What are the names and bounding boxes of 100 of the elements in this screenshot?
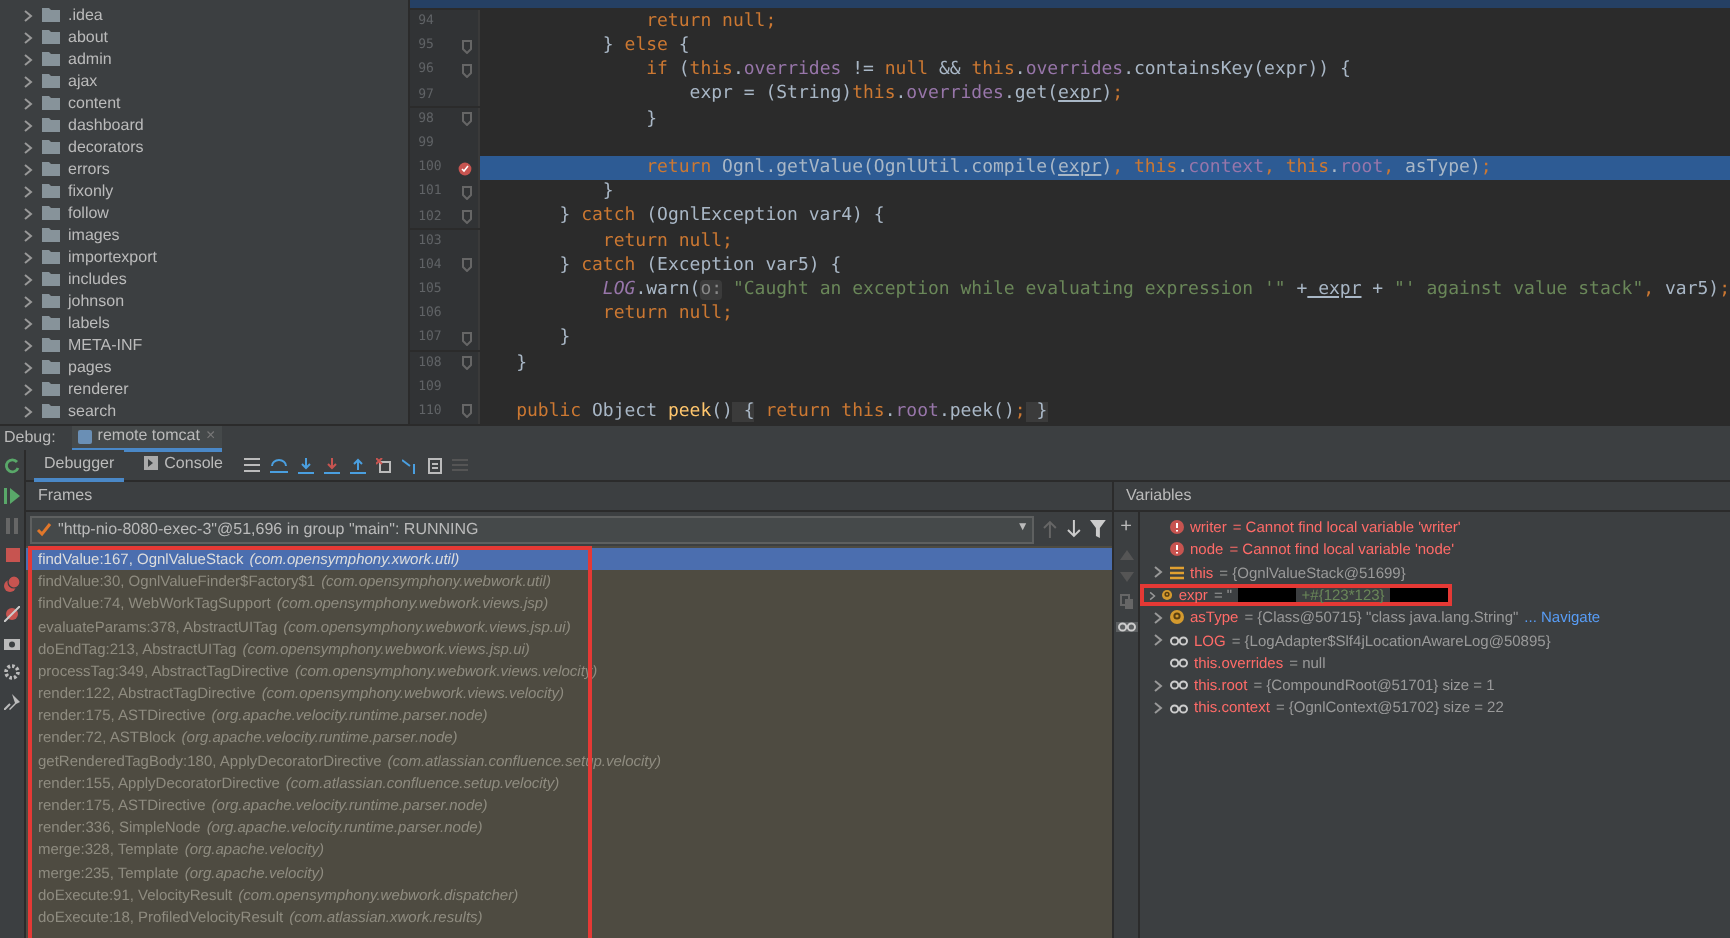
chevron-right-icon[interactable] <box>22 251 34 263</box>
fold-marker-icon[interactable] <box>462 258 473 273</box>
infinity-icon <box>1170 703 1188 714</box>
infinity-icon <box>1170 680 1188 691</box>
folder-item[interactable]: ajax <box>68 70 98 92</box>
chevron-right-icon[interactable] <box>22 273 34 285</box>
chevron-right-icon[interactable] <box>22 339 34 351</box>
chevron-right-icon[interactable] <box>22 207 34 219</box>
force-step-into-icon[interactable] <box>323 457 339 473</box>
code-line: public Object peek() { return this.root.peek(); } <box>514 399 1048 424</box>
chevron-right-icon[interactable] <box>22 295 34 307</box>
chevron-right-icon[interactable] <box>22 361 34 373</box>
run-to-cursor-icon[interactable] <box>401 457 417 473</box>
mute-breakpoints-icon[interactable] <box>4 606 20 622</box>
frames-title: Frames <box>26 482 1112 512</box>
step-out-icon[interactable] <box>349 457 365 473</box>
fold-marker-icon[interactable] <box>462 356 473 371</box>
chevron-right-icon[interactable] <box>22 405 34 417</box>
folder-item[interactable]: content <box>68 92 121 114</box>
step-into-icon[interactable] <box>297 457 313 473</box>
drop-frame-icon[interactable] <box>375 457 391 473</box>
step-over-icon[interactable] <box>269 457 287 473</box>
chevron-right-icon[interactable] <box>1152 634 1164 647</box>
folder-item[interactable]: images <box>68 224 120 246</box>
error-icon <box>1170 542 1184 557</box>
chevron-right-icon[interactable] <box>22 97 34 109</box>
folder-item[interactable]: follow <box>68 202 109 224</box>
folder-item[interactable]: renderer <box>68 378 129 400</box>
folder-item[interactable]: dashboard <box>68 114 144 136</box>
stop-icon[interactable] <box>5 548 19 562</box>
debug-tab[interactable]: Console <box>134 449 233 481</box>
console-icon <box>144 456 159 470</box>
folder-item[interactable]: fixonly <box>68 180 114 202</box>
code-line: return null; <box>600 229 733 254</box>
fold-marker-icon[interactable] <box>462 63 473 78</box>
breakpoint-icon[interactable] <box>458 161 473 176</box>
chevron-right-icon[interactable] <box>22 31 34 43</box>
chevron-right-icon[interactable] <box>22 163 34 175</box>
code-line: } else { <box>600 34 690 59</box>
folder-item[interactable]: search <box>68 400 117 422</box>
chevron-right-icon[interactable] <box>22 9 34 21</box>
code-line: } <box>600 180 614 205</box>
evaluate-icon[interactable] <box>427 457 441 473</box>
folder-item[interactable]: admin <box>68 48 112 70</box>
resume-icon[interactable] <box>4 488 20 504</box>
chevron-right-icon[interactable] <box>1148 589 1157 602</box>
code-line: return Ognl.getValue(OgnlUtil.compile(expr), this.context, this.root, asType); <box>644 156 1492 181</box>
fold-marker-icon[interactable] <box>462 39 473 54</box>
code-line: return null; <box>644 9 777 34</box>
folder-item[interactable]: includes <box>68 268 127 290</box>
folder-item[interactable]: decorators <box>68 136 144 158</box>
chevron-right-icon[interactable] <box>22 119 34 131</box>
chevron-right-icon[interactable] <box>1152 611 1164 624</box>
folder-item[interactable]: pages <box>68 356 112 378</box>
chevron-right-icon[interactable] <box>22 383 34 395</box>
code-line: if (this.overrides != null && this.overrides.containsKey(expr)) { <box>644 58 1351 83</box>
redaction-block <box>1238 588 1296 603</box>
fold-marker-icon[interactable] <box>462 209 473 224</box>
session-tab[interactable]: remote tomcat × <box>71 425 222 451</box>
chevron-right-icon[interactable] <box>22 185 34 197</box>
code-line: LOG.warn(o: "Caught an exception while evaluating expression '" + expr + "' against value stack", var5); <box>600 277 1730 302</box>
folder-item[interactable]: META-INF <box>68 334 143 356</box>
redaction-block <box>1390 588 1448 603</box>
watches-toggle[interactable] <box>1115 622 1137 632</box>
error-icon <box>1170 520 1184 535</box>
folder-item[interactable]: .idea <box>68 4 103 26</box>
breakpoints-icon[interactable] <box>4 576 20 592</box>
chevron-right-icon[interactable] <box>22 53 34 65</box>
chevron-right-icon[interactable] <box>1152 679 1164 692</box>
menu-icon[interactable] <box>243 458 259 472</box>
folder-item[interactable]: johnson <box>68 290 125 312</box>
chevron-right-icon[interactable] <box>22 75 34 87</box>
settings-icon[interactable] <box>4 664 20 680</box>
filter-icon[interactable] <box>1090 520 1106 538</box>
list-icon <box>1170 565 1184 580</box>
rerun-icon[interactable] <box>4 458 20 474</box>
chevron-right-icon[interactable] <box>1152 702 1164 715</box>
folder-item[interactable]: labels <box>68 312 110 334</box>
folder-item[interactable]: about <box>68 26 109 48</box>
folder-item[interactable]: importexport <box>68 246 157 268</box>
code-line: } <box>557 326 571 351</box>
fold-marker-icon[interactable] <box>462 185 473 200</box>
tomcat-icon <box>77 429 92 443</box>
code-line: } catch (Exception var5) { <box>557 253 842 278</box>
fold-marker-icon[interactable] <box>462 112 473 127</box>
chevron-right-icon[interactable] <box>22 229 34 241</box>
chevron-right-icon[interactable] <box>22 317 34 329</box>
down-arrow-icon[interactable] <box>1066 520 1083 538</box>
fold-marker-icon[interactable] <box>462 404 473 419</box>
pin-icon[interactable] <box>4 694 20 710</box>
code-line: } <box>514 351 527 376</box>
add-icon[interactable]: + <box>1120 518 1132 538</box>
camera-icon[interactable] <box>4 636 20 650</box>
debug-tab[interactable]: Debugger <box>34 449 125 481</box>
chevron-right-icon[interactable] <box>1152 566 1164 579</box>
chevron-right-icon[interactable] <box>22 141 34 153</box>
infinity-icon <box>1117 622 1135 632</box>
folder-item[interactable]: errors <box>68 158 110 180</box>
fold-marker-icon[interactable] <box>462 331 473 346</box>
code-line: expr = (String)this.overrides.get(expr); <box>687 82 1124 107</box>
